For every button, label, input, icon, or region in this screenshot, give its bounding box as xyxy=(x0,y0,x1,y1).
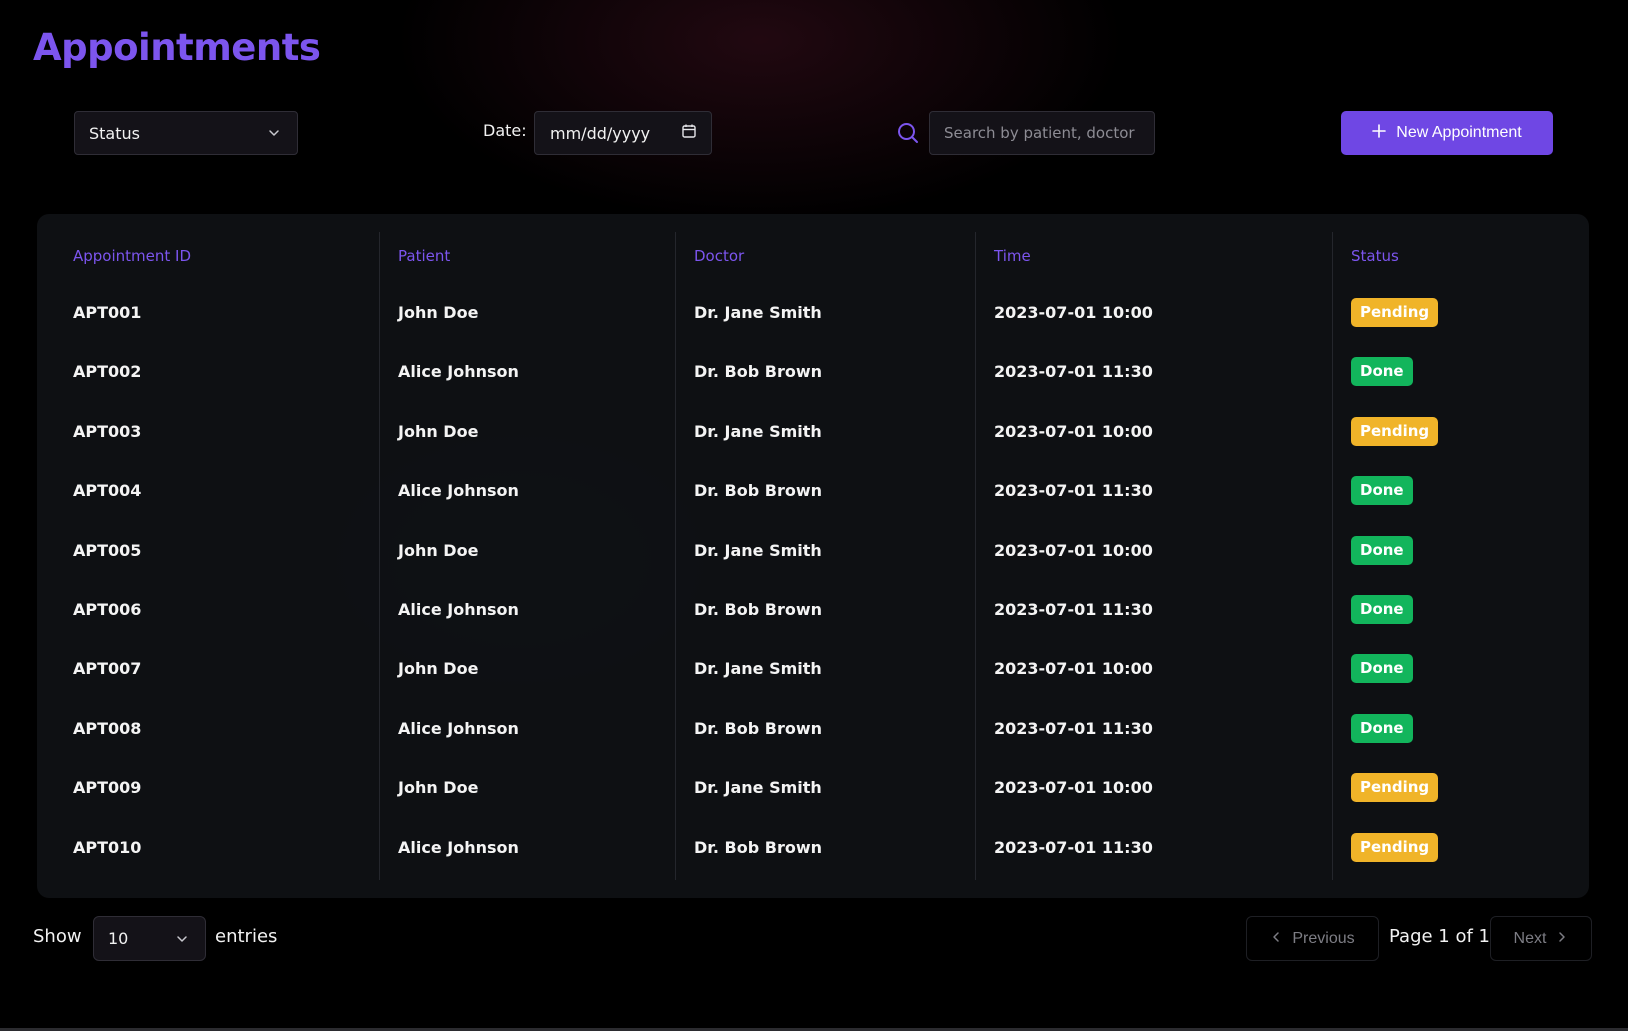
cell-time: 2023-07-01 10:00 xyxy=(994,659,1153,679)
appointments-page: Appointments Status Date: mm/dd/yyyy Sea… xyxy=(0,0,1628,1031)
page-indicator: Page 1 of 1 xyxy=(1389,926,1490,947)
date-label: Date: xyxy=(483,121,527,140)
previous-page-button[interactable]: Previous xyxy=(1246,916,1379,961)
chevron-down-icon xyxy=(267,126,281,140)
cell-appointment-id: APT004 xyxy=(73,481,142,501)
cell-doctor: Dr. Jane Smith xyxy=(694,421,822,441)
column-header-patient[interactable]: Patient xyxy=(398,247,450,265)
cell-time: 2023-07-01 11:30 xyxy=(994,481,1153,501)
cell-appointment-id: APT007 xyxy=(73,659,142,679)
cell-time: 2023-07-01 10:00 xyxy=(994,421,1153,441)
status-badge: Pending xyxy=(1351,416,1439,446)
cell-time: 2023-07-01 10:00 xyxy=(994,778,1153,798)
cell-appointment-id: APT003 xyxy=(73,421,142,441)
cell-appointment-id: APT008 xyxy=(73,718,142,738)
cell-patient: Alice Johnson xyxy=(398,718,519,738)
status-badge: Done xyxy=(1351,476,1413,506)
cell-patient: John Doe xyxy=(398,303,479,322)
cell-patient: Alice Johnson xyxy=(398,837,519,857)
cell-doctor: Dr. Jane Smith xyxy=(694,303,822,322)
status-badge: Pending xyxy=(1351,832,1439,862)
plus-icon xyxy=(1372,123,1387,143)
page-title: Appointments xyxy=(33,26,321,69)
column-header-doctor[interactable]: Doctor xyxy=(694,247,744,265)
cell-time: 2023-07-01 11:30 xyxy=(994,600,1153,619)
cell-appointment-id: APT010 xyxy=(73,837,142,857)
search-icon xyxy=(896,121,920,145)
status-badge: Done xyxy=(1351,654,1413,684)
cell-patient: Alice Johnson xyxy=(398,600,519,619)
entries-label: entries xyxy=(215,926,278,947)
column-header-status[interactable]: Status xyxy=(1351,247,1399,265)
cell-doctor: Dr. Bob Brown xyxy=(694,481,822,501)
column-divider xyxy=(975,232,976,880)
cell-appointment-id: APT001 xyxy=(73,303,142,322)
column-header-appointment-id[interactable]: Appointment ID xyxy=(73,247,191,265)
date-input[interactable]: mm/dd/yyyy xyxy=(534,111,712,155)
column-divider xyxy=(379,232,380,880)
chevron-down-icon xyxy=(175,932,189,946)
chevron-left-icon xyxy=(1270,930,1282,948)
cell-doctor: Dr. Jane Smith xyxy=(694,540,822,560)
column-divider xyxy=(675,232,676,880)
column-divider xyxy=(1332,232,1333,880)
status-badge: Done xyxy=(1351,357,1413,387)
cell-doctor: Dr. Bob Brown xyxy=(694,600,822,619)
cell-patient: Alice Johnson xyxy=(398,481,519,501)
cell-doctor: Dr. Jane Smith xyxy=(694,659,822,679)
entries-per-page-select[interactable]: 10 xyxy=(93,916,206,961)
cell-doctor: Dr. Bob Brown xyxy=(694,837,822,857)
cell-time: 2023-07-01 11:30 xyxy=(994,718,1153,738)
new-appointment-label: New Appointment xyxy=(1396,124,1522,141)
cell-doctor: Dr. Bob Brown xyxy=(694,718,822,738)
cell-time: 2023-07-01 11:30 xyxy=(994,362,1153,382)
cell-patient: John Doe xyxy=(398,421,479,441)
calendar-icon[interactable] xyxy=(681,123,697,143)
cell-doctor: Dr. Bob Brown xyxy=(694,362,822,382)
cell-time: 2023-07-01 11:30 xyxy=(994,837,1153,857)
status-badge: Pending xyxy=(1351,298,1439,327)
next-label: Next xyxy=(1513,929,1547,947)
previous-label: Previous xyxy=(1292,929,1355,947)
status-filter-value: Status xyxy=(89,123,140,143)
chevron-right-icon xyxy=(1556,930,1568,948)
cell-patient: John Doe xyxy=(398,540,479,560)
show-label: Show xyxy=(33,926,82,947)
cell-patient: John Doe xyxy=(398,778,479,798)
status-filter-select[interactable]: Status xyxy=(74,111,298,155)
cell-appointment-id: APT002 xyxy=(73,362,142,382)
next-page-button[interactable]: Next xyxy=(1490,916,1592,961)
cell-patient: John Doe xyxy=(398,659,479,679)
search-input[interactable] xyxy=(929,111,1155,155)
status-badge: Done xyxy=(1351,535,1413,565)
status-badge: Done xyxy=(1351,713,1413,743)
cell-time: 2023-07-01 10:00 xyxy=(994,303,1153,322)
date-placeholder: mm/dd/yyyy xyxy=(550,123,651,143)
status-badge: Done xyxy=(1351,595,1413,624)
new-appointment-button[interactable]: New Appointment xyxy=(1341,111,1553,155)
status-badge: Pending xyxy=(1351,773,1439,803)
cell-doctor: Dr. Jane Smith xyxy=(694,778,822,798)
cell-appointment-id: APT009 xyxy=(73,778,142,798)
entries-per-page-value: 10 xyxy=(108,929,129,948)
cell-appointment-id: APT005 xyxy=(73,540,142,560)
cell-appointment-id: APT006 xyxy=(73,600,142,619)
cell-patient: Alice Johnson xyxy=(398,362,519,382)
column-header-time[interactable]: Time xyxy=(994,247,1031,265)
cell-time: 2023-07-01 10:00 xyxy=(994,540,1153,560)
